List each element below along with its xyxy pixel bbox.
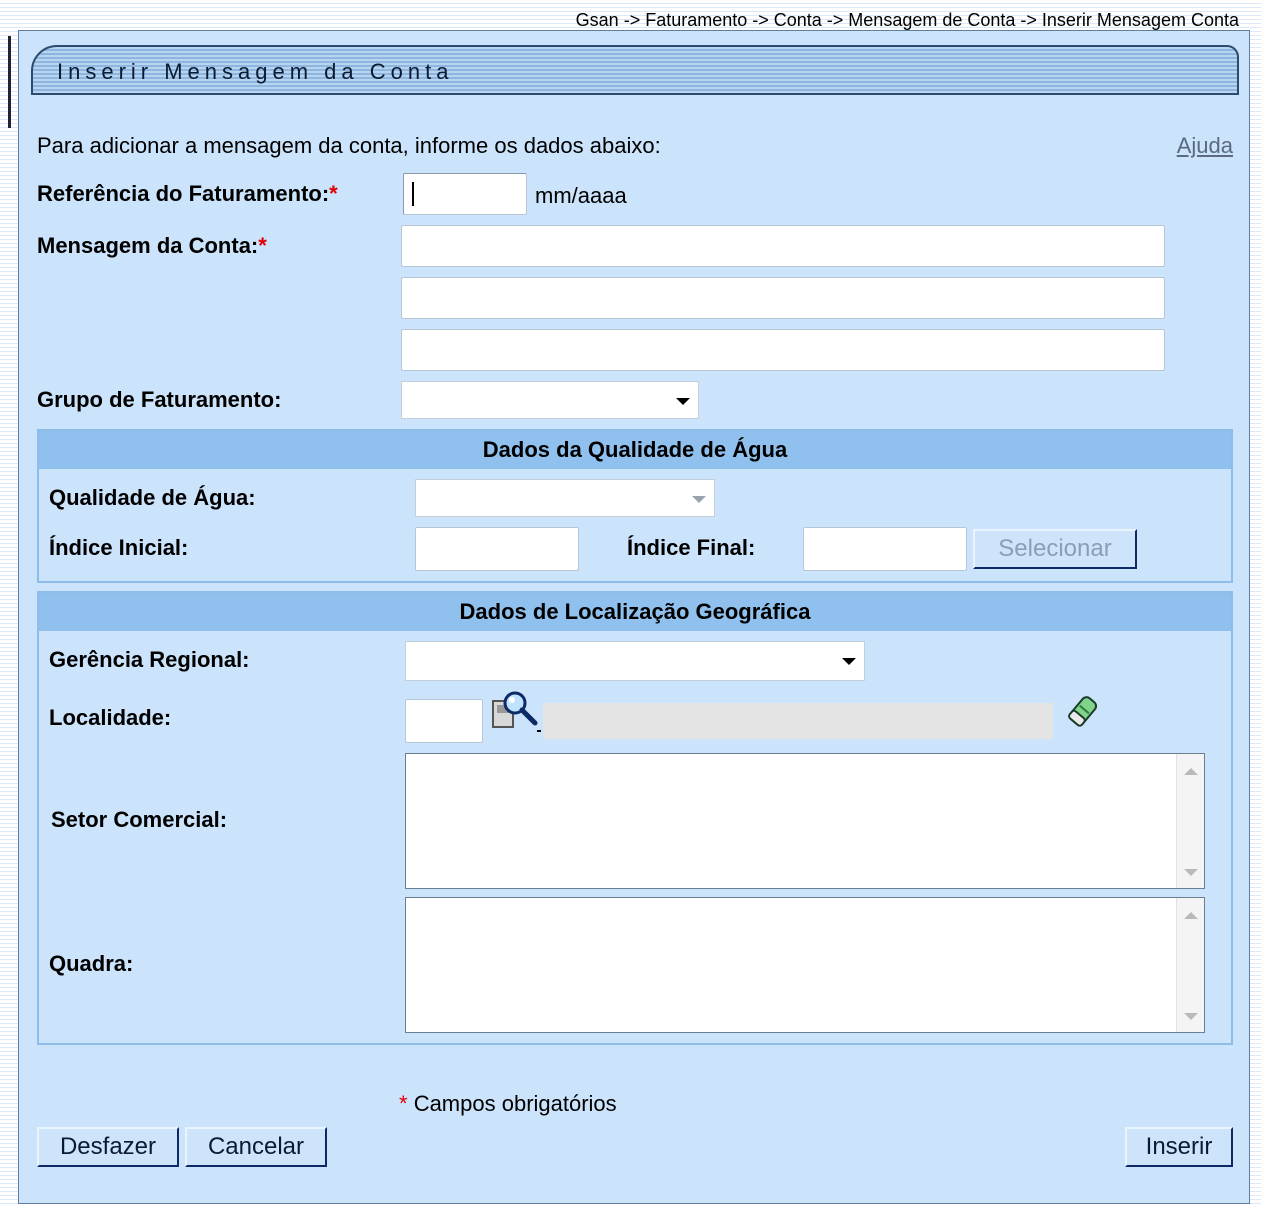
localizacao-section-header: Dados de Localização Geográfica xyxy=(39,593,1231,631)
dropdown-arrow-icon xyxy=(676,398,690,405)
localizacao-section: Dados de Localização Geográfica Gerência… xyxy=(37,591,1233,1045)
scroll-down-icon[interactable] xyxy=(1184,869,1198,876)
setor-scrollbar[interactable] xyxy=(1176,754,1204,888)
gerencia-label: Gerência Regional: xyxy=(49,647,250,672)
search-icon[interactable] xyxy=(491,689,541,735)
text-caret xyxy=(412,182,414,206)
indice-final-input[interactable] xyxy=(803,527,967,571)
dropdown-arrow-icon xyxy=(692,496,706,503)
desfazer-button[interactable]: Desfazer xyxy=(37,1127,179,1167)
qualidade-label: Qualidade de Água: xyxy=(49,485,256,510)
intro-text: Para adicionar a mensagem da conta, info… xyxy=(37,133,661,158)
localidade-label: Localidade: xyxy=(49,705,172,730)
scroll-up-icon[interactable] xyxy=(1184,912,1198,919)
localidade-description xyxy=(543,703,1053,739)
required-mark: * xyxy=(329,181,338,206)
indice-inicial-label: Índice Inicial: xyxy=(49,535,189,560)
title-bar: Inserir Mensagem da Conta xyxy=(31,45,1239,95)
scroll-down-icon[interactable] xyxy=(1184,1013,1198,1020)
indice-inicial-input[interactable] xyxy=(415,527,579,571)
dropdown-arrow-icon xyxy=(842,658,856,665)
eraser-icon[interactable] xyxy=(1063,689,1103,733)
quadra-scrollbar[interactable] xyxy=(1176,898,1204,1032)
referencia-input[interactable] xyxy=(403,173,527,215)
page-title: Inserir Mensagem da Conta xyxy=(57,59,454,84)
qualidade-section-header: Dados da Qualidade de Água xyxy=(39,431,1231,469)
gerencia-select[interactable] xyxy=(405,641,865,681)
localidade-code-input[interactable] xyxy=(405,699,483,743)
help-link[interactable]: Ajuda xyxy=(1177,133,1233,159)
required-fields-note: * Campos obrigatórios xyxy=(399,1091,617,1116)
selecionar-button[interactable]: Selecionar xyxy=(973,529,1137,569)
cancelar-button[interactable]: Cancelar xyxy=(185,1127,327,1167)
scroll-up-icon[interactable] xyxy=(1184,768,1198,775)
inserir-button[interactable]: Inserir xyxy=(1125,1127,1233,1167)
mensagem-label: Mensagem da Conta:* xyxy=(37,233,267,258)
qualidade-select[interactable] xyxy=(415,479,715,517)
mensagem-line3-input[interactable] xyxy=(401,329,1165,371)
window-edge xyxy=(8,36,11,128)
quadra-label: Quadra: xyxy=(49,951,134,976)
referencia-label: Referência do Faturamento:* xyxy=(37,181,338,206)
main-panel: Inserir Mensagem da Conta Para adicionar… xyxy=(18,30,1250,1204)
setor-label: Setor Comercial: xyxy=(51,807,228,832)
setor-comercial-listbox[interactable] xyxy=(405,753,1205,889)
indice-final-label: Índice Final: xyxy=(627,535,756,560)
mensagem-line1-input[interactable] xyxy=(401,225,1165,267)
referencia-format-hint: mm/aaaa xyxy=(535,183,627,208)
quadra-listbox[interactable] xyxy=(405,897,1205,1033)
grupo-label: Grupo de Faturamento: xyxy=(37,387,282,412)
mensagem-line2-input[interactable] xyxy=(401,277,1165,319)
grupo-select[interactable] xyxy=(401,381,699,419)
breadcrumb: Gsan -> Faturamento -> Conta -> Mensagem… xyxy=(575,10,1239,30)
qualidade-section: Dados da Qualidade de Água Qualidade de … xyxy=(37,429,1233,583)
